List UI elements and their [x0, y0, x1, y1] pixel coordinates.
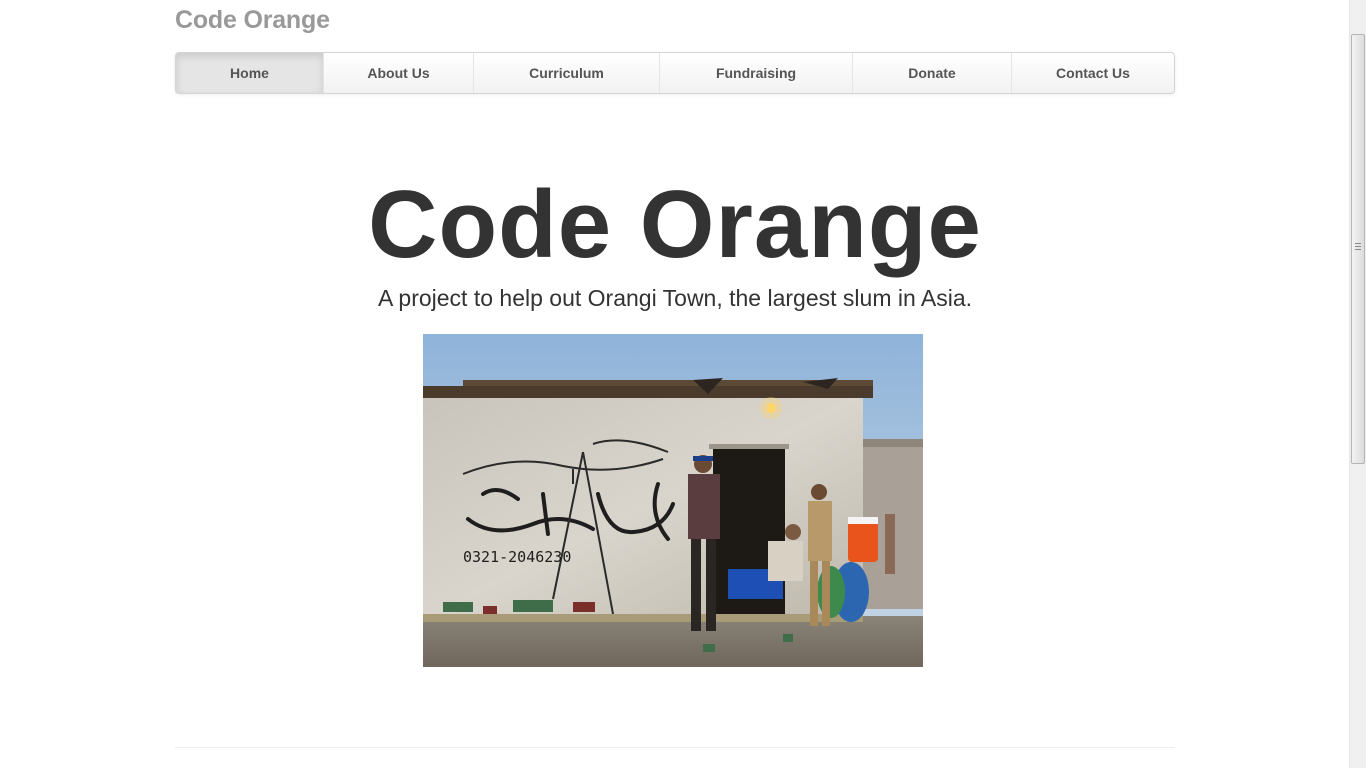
nav-item-home[interactable]: Home — [176, 53, 324, 93]
hero-subtitle: A project to help out Orangi Town, the l… — [377, 285, 973, 311]
nav-item-donate[interactable]: Donate — [853, 53, 1012, 93]
hero-title: Code Orange — [368, 171, 982, 278]
brand-title[interactable]: Code Orange — [175, 6, 330, 35]
wall-phone-number: 0321-2046230 — [463, 548, 571, 566]
nav-item-contact-us[interactable]: Contact Us — [1012, 53, 1174, 93]
scrollbar-thumb[interactable] — [1351, 34, 1365, 464]
main-navbar: Home About Us Curriculum Fundraising Don… — [175, 52, 1175, 94]
page: Code Orange Home About Us Curriculum Fun… — [0, 0, 1366, 768]
nav-item-curriculum[interactable]: Curriculum — [474, 53, 660, 93]
orangi-town-shop-photo: 0321-2046230 — [423, 334, 923, 667]
footer-divider — [175, 747, 1175, 748]
vertical-scrollbar[interactable] — [1349, 0, 1366, 768]
nav-item-fundraising[interactable]: Fundraising — [660, 53, 853, 93]
nav-item-about-us[interactable]: About Us — [324, 53, 474, 93]
hero-photo: 0321-2046230 — [423, 334, 923, 667]
